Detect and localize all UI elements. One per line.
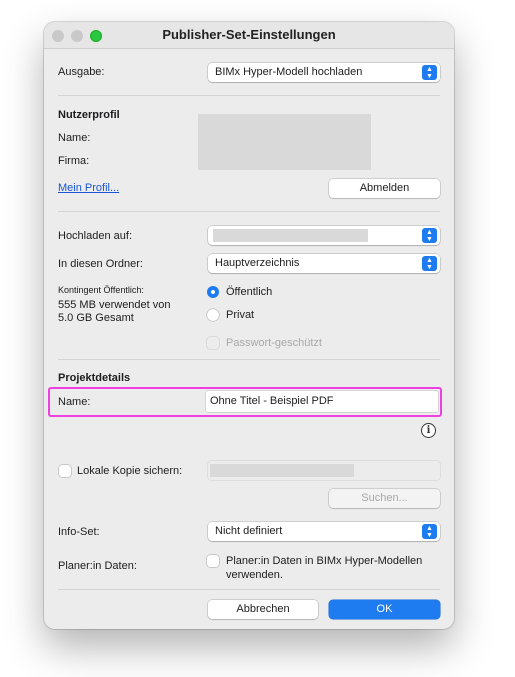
profile-heading: Nutzerprofil (58, 109, 120, 121)
infoset-popup[interactable]: Nicht definiert ▲ ▼ (208, 522, 440, 541)
radio-public-label: Öffentlich (226, 286, 273, 298)
planer-checkbox[interactable] (207, 555, 219, 567)
project-heading: Projektdetails (58, 372, 131, 384)
ordner-popup[interactable]: Hauptverzeichnis ▲ ▼ (208, 254, 440, 273)
popup-arrows-icon: ▲ ▼ (422, 256, 437, 271)
planer-label: Planer:in Daten: (58, 560, 137, 572)
radio-private-label: Privat (226, 309, 255, 321)
ausgabe-value: BIMx Hyper-Modell hochladen (215, 66, 363, 78)
popup-arrows-icon: ▲ ▼ (422, 524, 437, 539)
local-copy-path-field (208, 461, 440, 480)
local-copy-checkbox[interactable] (59, 465, 71, 477)
search-button[interactable]: Suchen... (329, 489, 440, 508)
infoset-label: Info-Set: (58, 526, 100, 538)
separator (58, 359, 440, 360)
project-name-label: Name: (58, 396, 91, 408)
hochladen-label: Hochladen auf: (58, 230, 132, 242)
ausgabe-popup[interactable]: BIMx Hyper-Modell hochladen ▲ ▼ (208, 63, 440, 82)
cancel-button[interactable]: Abbrechen (208, 600, 318, 619)
local-copy-label: Lokale Kopie sichern: (77, 465, 183, 477)
quota-text-line1: 555 MB verwendet von (58, 299, 171, 311)
ok-button[interactable]: OK (329, 600, 440, 619)
ordner-label: In diesen Ordner: (58, 258, 143, 270)
radio-public[interactable] (207, 286, 219, 298)
infoset-value: Nicht definiert (215, 525, 283, 537)
separator (58, 211, 440, 212)
ordner-value: Hauptverzeichnis (215, 257, 300, 269)
hochladen-popup[interactable]: ▲ ▼ (208, 226, 440, 245)
separator (58, 95, 440, 96)
popup-arrows-icon: ▲ ▼ (422, 65, 437, 80)
window-title: Publisher-Set-Einstellungen (162, 27, 336, 42)
radio-private[interactable] (207, 309, 219, 321)
project-name-input[interactable]: Ohne Titel - Beispiel PDF (206, 391, 438, 412)
quota-label: Kontingent Öffentlich: (58, 285, 144, 295)
ausgabe-label: Ausgabe: (58, 66, 105, 78)
password-label: Passwort-geschützt (226, 337, 322, 349)
password-checkbox[interactable] (207, 337, 219, 349)
quota-text-line2: 5.0 GB Gesamt (58, 312, 134, 324)
title-bar: Publisher-Set-Einstellungen (44, 22, 454, 49)
profile-image-placeholder (198, 114, 371, 170)
separator (58, 589, 440, 590)
logout-button[interactable]: Abmelden (329, 179, 440, 198)
local-copy-path-placeholder (210, 464, 354, 477)
publisher-settings-dialog: Publisher-Set-Einstellungen Ausgabe: BIM… (44, 22, 454, 629)
planer-text-line2: verwenden. (226, 569, 283, 581)
my-profile-link[interactable]: Mein Profil... (58, 182, 119, 194)
planer-text-line1: Planer:in Daten in BIMx Hyper-Modellen (226, 555, 423, 567)
profile-name-label: Name: (58, 132, 91, 144)
popup-arrows-icon: ▲ ▼ (422, 228, 437, 243)
info-icon[interactable]: i (421, 423, 436, 438)
profile-firma-label: Firma: (58, 155, 90, 167)
hochladen-value-placeholder (213, 229, 368, 242)
